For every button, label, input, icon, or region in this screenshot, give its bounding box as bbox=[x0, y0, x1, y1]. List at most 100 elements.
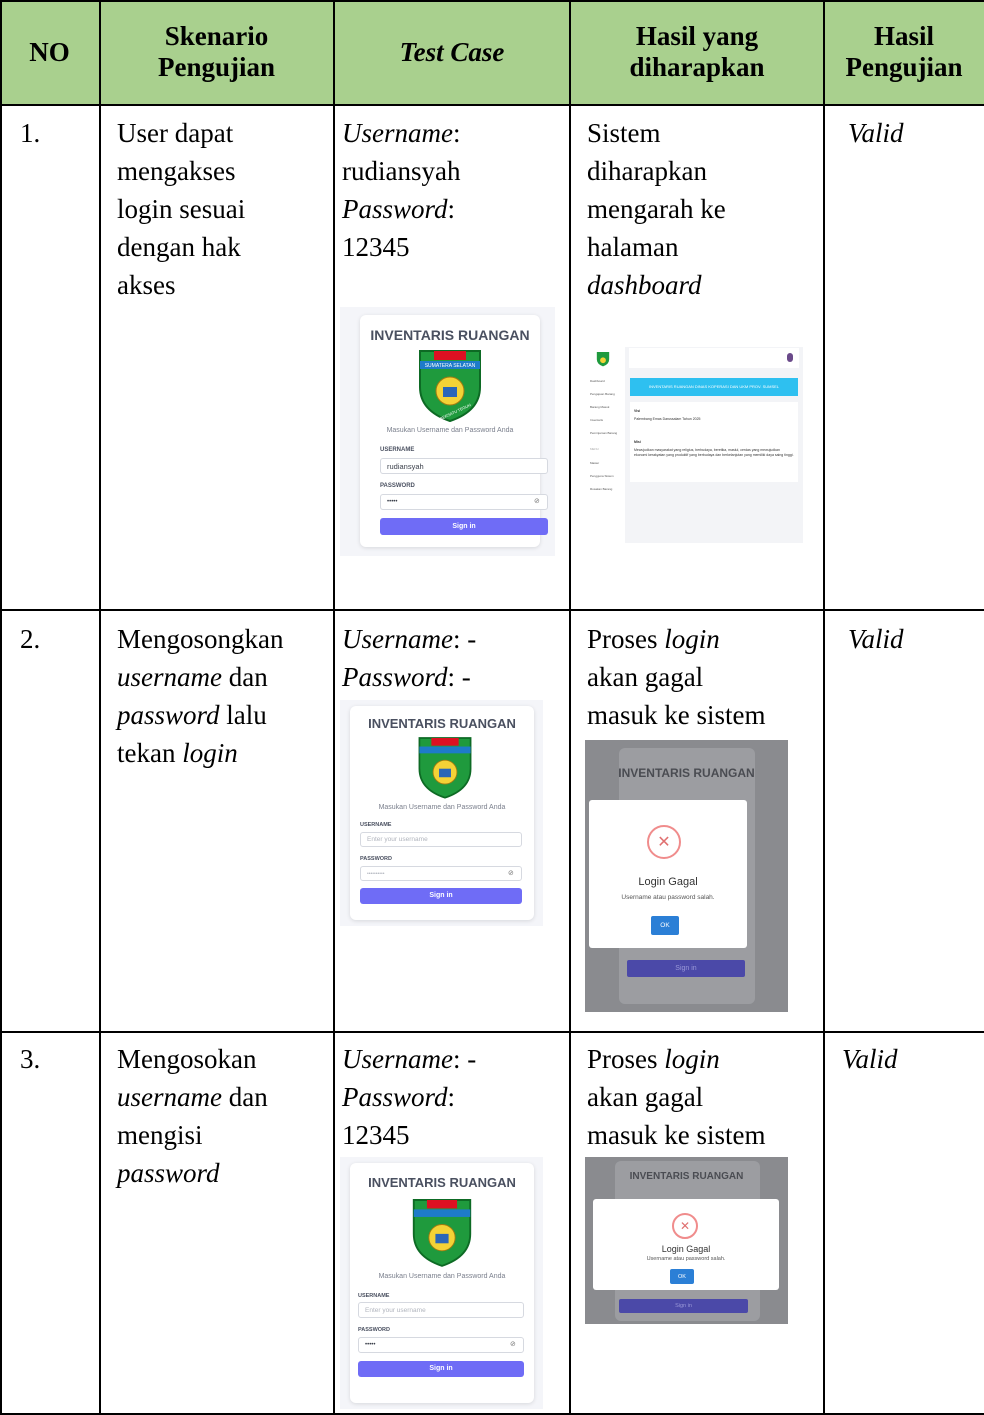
expected-line: masuk ke sistem bbox=[587, 1120, 766, 1150]
expected-word: Proses bbox=[587, 624, 658, 654]
row3-skenario: Mengosokan username dan mengisi password bbox=[117, 1040, 268, 1192]
password-label: Password bbox=[342, 1082, 448, 1112]
sumsel-logo-icon bbox=[418, 737, 472, 799]
sidebar-section-label: MENU bbox=[590, 447, 599, 451]
login-screenshot-empty: INVENTARIS RUANGAN Masukan Username dan … bbox=[340, 700, 543, 926]
expected-word: login bbox=[664, 1044, 720, 1074]
signin-button[interactable]: Sign in bbox=[360, 888, 522, 904]
sidebar-item-pengajuan[interactable]: Pengajuan Barang bbox=[590, 392, 615, 396]
header-test-case-text: Test Case bbox=[399, 36, 505, 67]
login-failed-screenshot: INVENTARIS RUANGAN Sign in ✕ Login Gagal… bbox=[585, 740, 788, 1012]
header-skenario-line1: Skenario bbox=[164, 21, 269, 51]
password-value: 12345 bbox=[342, 1120, 410, 1150]
row1-skenario: User dapat mengakses login sesuai dengan… bbox=[117, 114, 245, 304]
username-value: - bbox=[467, 1044, 477, 1074]
row3-result: Valid bbox=[842, 1044, 898, 1074]
error-x-icon: ✕ bbox=[672, 1213, 698, 1239]
grid-line bbox=[0, 104, 984, 106]
skenario-line: dengan hak bbox=[117, 232, 241, 262]
eye-slash-icon[interactable]: ⊘ bbox=[508, 869, 514, 877]
grid-line bbox=[823, 0, 825, 1415]
dimmed-signin-button: Sign in bbox=[619, 1299, 748, 1313]
skenario-word: dan bbox=[228, 662, 268, 692]
dimmed-signin-button: Sign in bbox=[627, 960, 745, 977]
signin-button[interactable]: Sign in bbox=[358, 1361, 524, 1377]
sidebar-item-peminjaman[interactable]: Peminjaman Barang bbox=[590, 431, 617, 435]
dashboard-sidebar: Dashboard Pengajuan Barang Barang Masuk … bbox=[585, 347, 625, 543]
header-hasil-pengujian: Hasil Pengujian bbox=[824, 0, 984, 104]
username-label: Username bbox=[342, 118, 453, 148]
modal-message: Username atau password salah. bbox=[621, 894, 715, 901]
login-subtitle: Masukan Username dan Password Anda bbox=[386, 427, 514, 434]
login-card: INVENTARIS RUANGAN Masukan Username dan … bbox=[350, 1163, 534, 1403]
password-input[interactable]: ••••• bbox=[358, 1337, 524, 1353]
login-title: INVENTARIS RUANGAN bbox=[370, 327, 530, 343]
header-pengujian-line2: Pengujian bbox=[845, 52, 963, 82]
username-value: rudiansyah bbox=[342, 156, 461, 186]
ok-button[interactable]: OK bbox=[651, 916, 679, 935]
row2-skenario: Mengosongkan username dan password lalu … bbox=[117, 620, 283, 772]
dashboard-banner: INVENTARIS RUANGAN DINAS KOPERASI DAN UK… bbox=[630, 378, 798, 396]
password-field-label: PASSWORD bbox=[360, 856, 392, 862]
row2-test-case: Username: - Password: - bbox=[342, 624, 477, 692]
dimmed-login-title: INVENTARIS RUANGAN bbox=[629, 1171, 744, 1182]
username-field-label: USERNAME bbox=[360, 822, 392, 828]
expected-line: diharapkan bbox=[587, 156, 707, 186]
grid-line bbox=[0, 0, 984, 2]
sidebar-item-master[interactable]: Master bbox=[590, 461, 599, 465]
dashboard-screenshot: Dashboard Pengajuan Barang Barang Masuk … bbox=[585, 347, 803, 543]
header-pengujian-line1: Hasil bbox=[873, 21, 934, 51]
username-label: Username bbox=[342, 624, 453, 654]
misi-text: Mewujudkan masyarakat yang religius, ber… bbox=[634, 448, 794, 457]
sidebar-item-pengguna[interactable]: Pengguna Sistem bbox=[590, 474, 614, 478]
expected-line: Sistem bbox=[587, 118, 661, 148]
visi-text: Palembang Emas Darussalam Tahun 2025 bbox=[634, 417, 701, 421]
header-no-text: NO bbox=[29, 36, 70, 67]
expected-line: dashboard bbox=[587, 270, 702, 300]
row2-expected: Proses login akan gagal masuk ke sistem bbox=[587, 620, 765, 734]
skenario-word: username bbox=[117, 1082, 222, 1112]
error-x-icon: ✕ bbox=[647, 825, 681, 859]
skenario-line: login sesuai bbox=[117, 194, 246, 224]
row1-expected: Sistem diharapkan mengarah ke halaman da… bbox=[587, 114, 726, 304]
sumsel-logo-icon bbox=[412, 1199, 472, 1267]
visi-label: Visi bbox=[634, 409, 641, 413]
eye-slash-icon[interactable]: ⊘ bbox=[534, 497, 540, 505]
expected-line: mengarah ke bbox=[587, 194, 726, 224]
header-hasil-line2: diharapkan bbox=[629, 52, 765, 82]
grid-line bbox=[99, 0, 101, 1415]
sidebar-item-dashboard[interactable]: Dashboard bbox=[590, 379, 605, 383]
username-label: Username bbox=[342, 1044, 453, 1074]
username-input[interactable]: rudiansyah bbox=[380, 458, 548, 474]
login-card: INVENTARIS RUANGAN Masukan Username dan … bbox=[350, 706, 534, 920]
password-input[interactable]: ••••• bbox=[380, 494, 548, 510]
expected-line: masuk ke sistem bbox=[587, 700, 766, 730]
header-no: NO bbox=[0, 0, 99, 104]
row3-no: 3. bbox=[20, 1044, 41, 1074]
dimmed-login-title: INVENTARIS RUANGAN bbox=[618, 766, 755, 780]
visi-misi-panel: Visi Palembang Emas Darussalam Tahun 202… bbox=[630, 402, 798, 482]
avatar[interactable] bbox=[787, 353, 793, 362]
login-failed-screenshot: INVENTARIS RUANGAN Sign in ✕ Login Gagal… bbox=[585, 1157, 788, 1324]
misi-label: Misi bbox=[634, 440, 641, 444]
sidebar-item-rusakan[interactable]: Rusakan Barang bbox=[590, 487, 612, 491]
grid-line bbox=[0, 0, 2, 1415]
sidebar-item-barang-masuk[interactable]: Barang Masuk bbox=[590, 405, 609, 409]
login-title: INVENTARIS RUANGAN bbox=[368, 1175, 516, 1190]
skenario-line: mengisi bbox=[117, 1120, 203, 1150]
password-input[interactable]: •••••••••• bbox=[360, 866, 522, 881]
eye-slash-icon[interactable]: ⊘ bbox=[510, 1340, 516, 1348]
login-subtitle: Masukan Username dan Password Anda bbox=[378, 1273, 506, 1280]
sidebar-item-inventaris[interactable]: Inventaris bbox=[590, 418, 603, 422]
signin-button[interactable]: Sign in bbox=[380, 518, 548, 535]
ok-button[interactable]: OK bbox=[670, 1269, 694, 1284]
grid-line bbox=[333, 0, 335, 1415]
expected-word: login bbox=[664, 624, 720, 654]
username-field-label: USERNAME bbox=[380, 447, 415, 453]
row1-no: 1. bbox=[20, 118, 41, 148]
username-input[interactable]: Enter your username bbox=[360, 832, 522, 847]
username-input[interactable]: Enter your username bbox=[358, 1302, 524, 1318]
skenario-line: akses bbox=[117, 270, 176, 300]
login-card: INVENTARIS RUANGAN SUMATERA SELATAN BERS… bbox=[360, 315, 548, 547]
skenario-word: username bbox=[117, 662, 222, 692]
